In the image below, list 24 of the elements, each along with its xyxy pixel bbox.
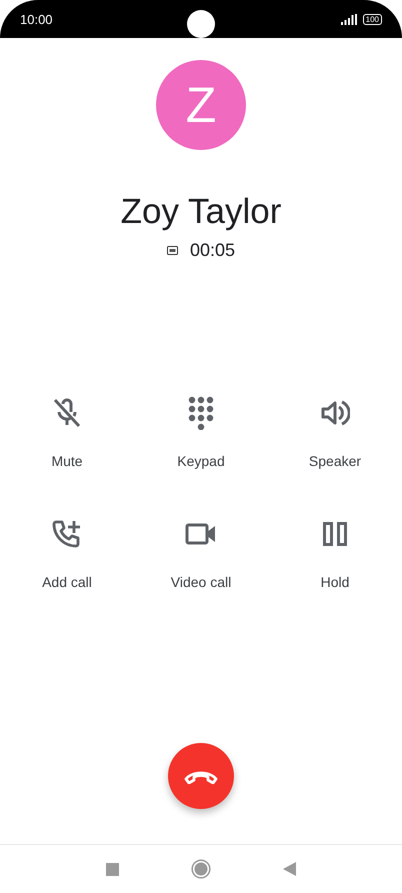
end-call-button[interactable] [168, 743, 234, 809]
home-icon[interactable] [191, 859, 211, 879]
contact-name: Zoy Taylor [120, 192, 282, 232]
back-icon[interactable] [283, 862, 296, 876]
pause-icon [322, 522, 347, 546]
add-call-icon [52, 519, 82, 549]
call-action-button[interactable]: Keypad [177, 395, 225, 469]
video-camera-icon [184, 523, 217, 545]
call-action-button[interactable]: Video call [170, 516, 232, 590]
contact-avatar: Z [156, 60, 246, 150]
call-action-button[interactable]: Hold [320, 516, 350, 590]
call-action-button[interactable]: Speaker [308, 395, 362, 469]
recents-icon[interactable] [106, 862, 119, 876]
call-action-button[interactable]: Mute [51, 395, 83, 469]
battery-indicator: 100 [362, 14, 382, 24]
clock: 10:00 [20, 12, 53, 26]
hd-icon [166, 246, 178, 255]
speaker-icon [320, 400, 350, 426]
call-duration: 00:05 [190, 240, 236, 261]
signal-icon [340, 14, 357, 24]
camera-cutout [187, 10, 215, 38]
mute-icon [52, 397, 82, 429]
call-action-button[interactable]: Add call [42, 516, 92, 590]
keypad-icon [188, 396, 214, 430]
